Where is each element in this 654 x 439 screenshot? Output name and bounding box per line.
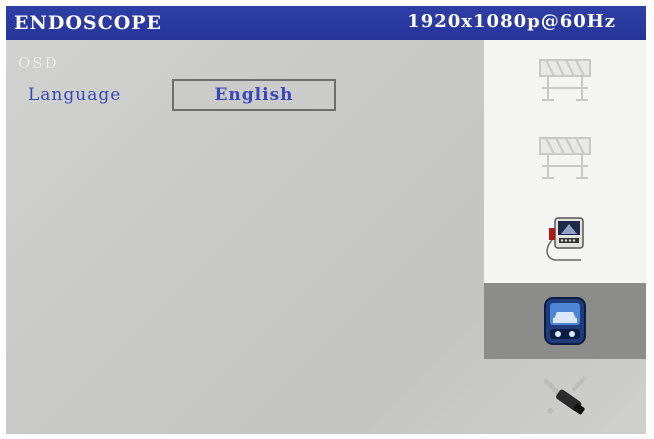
sidebar-item-camera[interactable] [484,197,646,283]
road-barrier-icon [539,58,591,101]
resolution-readout: 1920x1080p@60Hz [407,11,616,32]
osd-screen: ENDOSCOPE 1920x1080p@60Hz OSD Language E… [6,6,646,434]
app-title: ENDOSCOPE [14,12,163,34]
tools-icon [543,376,586,414]
road-barrier-icon [539,137,591,179]
osd-section-label: OSD [18,54,59,72]
language-label: Language [28,85,122,105]
sidebar-item-barrier-2[interactable] [484,119,646,197]
menu-sidebar [484,40,646,434]
sidebar-item-osd[interactable] [484,283,646,359]
car-osd-icon [544,297,586,345]
endoscope-camera-icon [546,217,584,261]
language-select[interactable]: English [172,79,336,111]
sidebar-item-barrier-1[interactable] [484,40,646,119]
sidebar-item-tools[interactable] [484,359,646,434]
language-value: English [214,85,294,105]
title-bar: ENDOSCOPE 1920x1080p@60Hz [6,6,646,40]
